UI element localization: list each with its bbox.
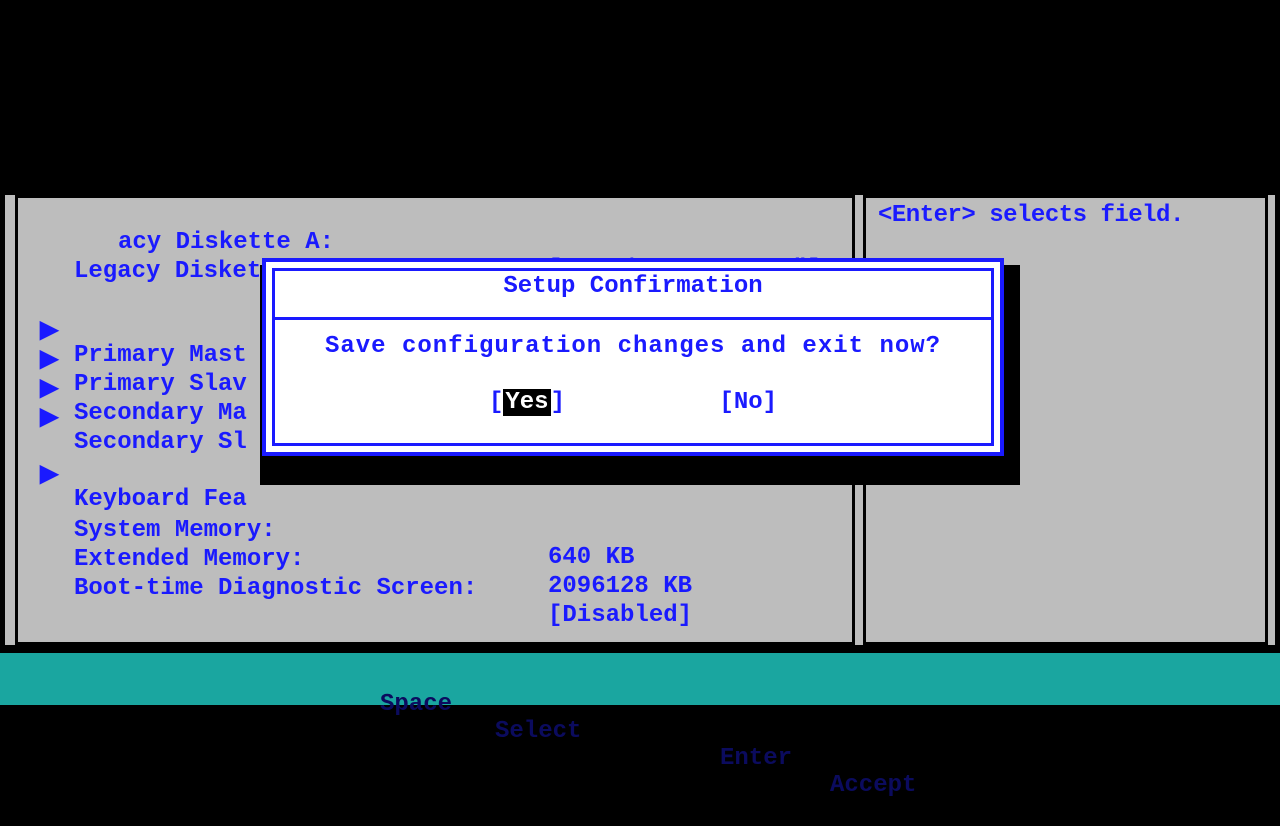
dialog-message: Save configuration changes and exit now? <box>275 333 991 360</box>
yes-button[interactable]: [Yes] <box>489 389 565 416</box>
triangle-icon: ▶ <box>40 402 58 432</box>
footer-action-select: Select <box>495 718 581 745</box>
no-button[interactable]: [No] <box>719 389 777 416</box>
footer-action-accept: Accept <box>830 772 916 799</box>
screen: acy Diskette A: [1.44/1.25 MB 3½"] Legac… <box>0 0 1280 720</box>
help-text: <Enter> selects field. <box>878 202 1184 229</box>
boot-diag-label: Boot-time Diagnostic Screen: <box>74 575 477 602</box>
dialog-buttons: [Yes] [No] <box>275 389 991 416</box>
triangle-icon: ▶ <box>40 459 58 489</box>
boot-diag-value[interactable]: [Disabled] <box>548 602 692 629</box>
footer-key-enter: Enter <box>720 745 792 772</box>
setup-confirmation-dialog: Setup Confirmation Save configuration ch… <box>262 258 1004 456</box>
dialog-divider <box>275 317 991 320</box>
footer-bar: Space Select Enter Accept <box>0 653 1280 705</box>
dialog-title: Setup Confirmation <box>275 273 991 300</box>
dialog-inner: Setup Confirmation Save configuration ch… <box>272 268 994 446</box>
footer-key-space: Space <box>380 691 452 718</box>
